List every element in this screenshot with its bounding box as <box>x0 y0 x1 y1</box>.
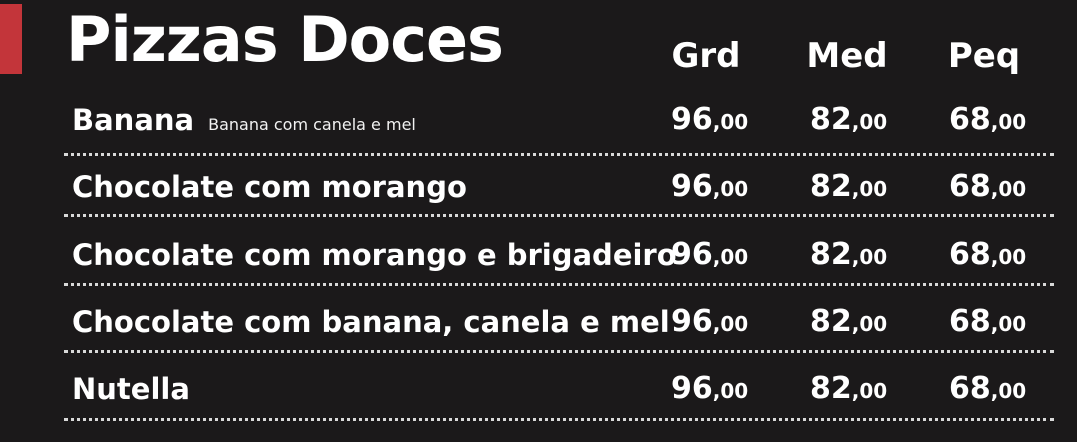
price-integer: 68 <box>949 102 991 137</box>
price-decimal: ,00 <box>712 379 749 403</box>
menu-item-row: Nutella 96,00 82,00 68,00 <box>0 367 1077 411</box>
price-integer: 82 <box>810 169 852 204</box>
price-grd: 96,00 <box>671 165 748 213</box>
menu-item-name: Chocolate com banana, canela e mel <box>72 305 670 339</box>
price-integer: 82 <box>810 237 852 272</box>
price-integer: 82 <box>810 371 852 406</box>
menu-board: Pizzas Doces Grd Med Peq Banana Banana co… <box>0 0 1077 442</box>
price-peq: 68,00 <box>949 98 1026 146</box>
price-decimal: ,00 <box>990 177 1027 201</box>
price-peq: 68,00 <box>949 233 1026 281</box>
price-decimal: ,00 <box>990 245 1027 269</box>
column-header-grd: Grd <box>671 36 741 76</box>
price-med: 82,00 <box>810 367 887 415</box>
price-med: 82,00 <box>810 165 887 213</box>
menu-item-name: Banana <box>72 103 195 137</box>
price-integer: 68 <box>949 237 991 272</box>
menu-title: Pizzas Doces <box>66 3 504 76</box>
price-integer: 82 <box>810 102 852 137</box>
menu-item-row: Chocolate com morango 96,00 82,00 68,00 <box>0 165 1077 209</box>
price-med: 82,00 <box>810 233 887 281</box>
price-decimal: ,00 <box>851 110 888 134</box>
price-integer: 96 <box>671 237 713 272</box>
price-decimal: ,00 <box>851 245 888 269</box>
price-med: 82,00 <box>810 98 887 146</box>
price-decimal: ,00 <box>712 312 749 336</box>
price-med: 82,00 <box>810 300 887 348</box>
price-decimal: ,00 <box>851 379 888 403</box>
price-grd: 96,00 <box>671 367 748 415</box>
price-integer: 96 <box>671 169 713 204</box>
menu-item-name: Chocolate com morango <box>72 170 467 204</box>
price-decimal: ,00 <box>851 177 888 201</box>
price-peq: 68,00 <box>949 300 1026 348</box>
menu-item-name: Nutella <box>72 372 190 406</box>
price-grd: 96,00 <box>671 300 748 348</box>
dotted-divider <box>64 214 1054 217</box>
menu-item-name: Chocolate com morango e brigadeiro <box>72 238 677 272</box>
column-header-med: Med <box>806 36 888 76</box>
price-integer: 68 <box>949 371 991 406</box>
menu-item-row: Chocolate com morango e brigadeiro 96,00… <box>0 233 1077 277</box>
price-grd: 96,00 <box>671 233 748 281</box>
price-peq: 68,00 <box>949 367 1026 415</box>
price-integer: 96 <box>671 304 713 339</box>
price-decimal: ,00 <box>712 245 749 269</box>
price-integer: 68 <box>949 304 991 339</box>
price-decimal: ,00 <box>851 312 888 336</box>
price-grd: 96,00 <box>671 98 748 146</box>
price-decimal: ,00 <box>712 177 749 201</box>
price-integer: 96 <box>671 102 713 137</box>
dotted-divider <box>64 153 1054 156</box>
price-integer: 82 <box>810 304 852 339</box>
price-integer: 96 <box>671 371 713 406</box>
price-decimal: ,00 <box>990 312 1027 336</box>
column-header-peq: Peq <box>947 36 1021 76</box>
price-peq: 68,00 <box>949 165 1026 213</box>
menu-item-description: Banana com canela e mel <box>208 115 416 134</box>
accent-bar <box>0 4 22 74</box>
price-decimal: ,00 <box>990 110 1027 134</box>
price-integer: 68 <box>949 169 991 204</box>
dotted-divider <box>64 350 1054 353</box>
menu-item-row: Chocolate com banana, canela e mel 96,00… <box>0 300 1077 344</box>
price-decimal: ,00 <box>990 379 1027 403</box>
menu-item-name-wrap: Banana Banana com canela e mel <box>72 98 416 147</box>
dotted-divider <box>64 283 1054 286</box>
dotted-divider <box>64 418 1054 421</box>
price-decimal: ,00 <box>712 110 749 134</box>
menu-item-row: Banana Banana com canela e mel 96,00 82,0… <box>0 98 1077 142</box>
